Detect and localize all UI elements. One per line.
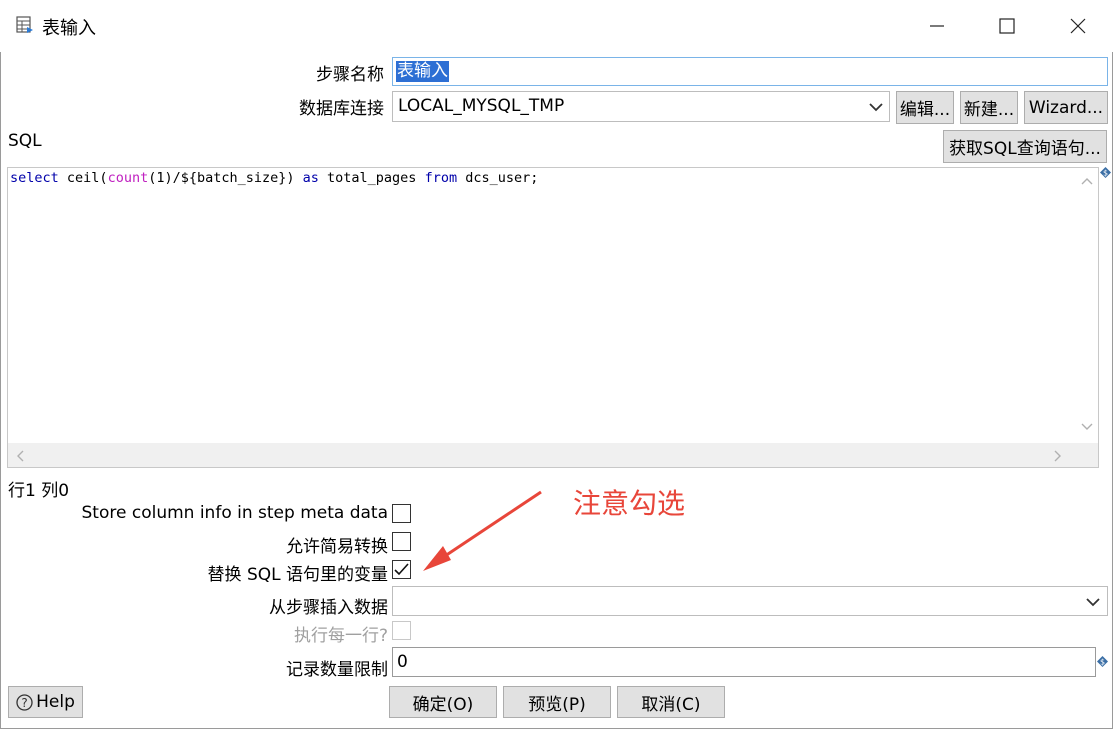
help-button-label: Help (36, 692, 75, 712)
store-column-info-label: Store column info in step meta data (81, 503, 388, 523)
limit-label: 记录数量限制 (286, 660, 388, 680)
ok-button[interactable]: 确定(O) (389, 686, 497, 718)
svg-text:$: $ (1103, 169, 1108, 178)
edit-connection-button[interactable]: 编辑... (896, 91, 954, 124)
table-input-icon (16, 16, 33, 33)
lazy-conversion-label: 允许简易转换 (286, 537, 388, 557)
close-button[interactable] (1055, 10, 1101, 42)
sql-token: count (107, 170, 149, 186)
step-name-input[interactable]: 表输入 (392, 57, 1108, 86)
limit-input[interactable]: 0 (392, 647, 1096, 677)
sql-token: (1)/${batch_size}) (148, 170, 303, 186)
minimize-button[interactable] (914, 10, 960, 42)
scroll-right-icon (1054, 450, 1061, 462)
step-name-label: 步骤名称 (316, 65, 384, 85)
chevron-down-icon (869, 103, 883, 112)
help-button[interactable]: ? Help (8, 686, 83, 718)
maximize-button[interactable] (984, 10, 1030, 42)
scrollbar-corner (1076, 443, 1098, 467)
annotation-text: 注意勾选 (573, 487, 686, 520)
scroll-up-icon (1081, 178, 1093, 185)
replace-variables-checkbox[interactable] (392, 560, 411, 579)
sql-token: from (424, 170, 458, 186)
cursor-position-status: 行1 列0 (8, 481, 70, 501)
sql-editor[interactable]: select ceil(count(1)/${batch_size}) as t… (7, 167, 1099, 468)
help-icon: ? (16, 693, 33, 711)
wizard-button[interactable]: Wizard... (1024, 91, 1108, 124)
maximize-icon (999, 18, 1015, 34)
db-connection-label: 数据库连接 (299, 99, 384, 119)
cancel-button[interactable]: 取消(C) (617, 686, 725, 718)
store-column-info-checkbox[interactable] (392, 504, 411, 523)
annotation-arrow-icon (423, 490, 542, 571)
execute-each-row-label: 执行每一行? (293, 626, 388, 646)
new-connection-button[interactable]: 新建... (960, 91, 1018, 124)
db-connection-select[interactable]: LOCAL_MYSQL_TMP (392, 91, 890, 122)
scroll-left-icon (17, 450, 24, 462)
close-icon (1070, 18, 1086, 34)
checkmark-icon (394, 563, 409, 576)
preview-button[interactable]: 预览(P) (503, 686, 611, 718)
db-connection-value: LOCAL_MYSQL_TMP (398, 96, 565, 116)
sql-code-line: select ceil(count(1)/${batch_size}) as t… (10, 170, 538, 186)
sql-token: ceil( (58, 170, 108, 186)
vertical-scrollbar[interactable] (1076, 168, 1098, 443)
get-sql-button[interactable]: 获取SQL查询语句... (943, 130, 1107, 163)
window-title: 表输入 (42, 18, 96, 39)
sql-label: SQL (8, 131, 42, 151)
insert-from-step-select[interactable] (392, 586, 1108, 616)
step-name-value: 表输入 (396, 61, 449, 82)
sql-token: dcs_user; (457, 170, 539, 186)
variable-diamond-icon: $ (1097, 656, 1108, 667)
sql-token: as (302, 170, 319, 186)
svg-text:?: ? (21, 696, 27, 710)
minimize-icon (930, 25, 944, 27)
svg-text:$: $ (1100, 658, 1105, 667)
replace-variables-label: 替换 SQL 语句里的变量 (207, 565, 388, 585)
scroll-down-icon (1081, 423, 1093, 430)
variable-diamond-icon: $ (1100, 167, 1111, 178)
execute-each-row-checkbox[interactable] (392, 621, 411, 640)
chevron-down-icon (1086, 598, 1100, 607)
sql-token: total_pages (318, 170, 425, 186)
limit-value: 0 (397, 652, 408, 672)
sql-token: select (10, 170, 59, 186)
lazy-conversion-checkbox[interactable] (392, 532, 411, 551)
insert-from-step-label: 从步骤插入数据 (269, 598, 388, 618)
horizontal-scrollbar[interactable] (8, 443, 1078, 467)
